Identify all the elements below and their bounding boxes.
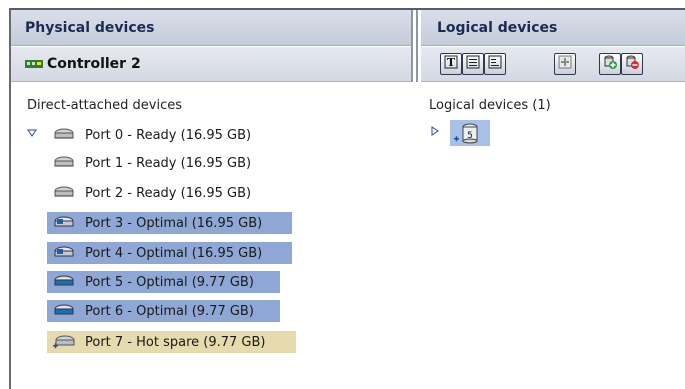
device-label: Port 1 - Ready (16.95 GB) (85, 155, 252, 171)
add-icon (558, 55, 572, 73)
logical-devices-count-label: Logical devices (1) (429, 98, 551, 113)
controller-icon (25, 59, 43, 69)
logical-device-item[interactable]: 5 (450, 120, 490, 146)
array-member-drive-icon (53, 275, 75, 289)
device-label: Port 6 - Optimal (9.77 GB) (85, 303, 254, 319)
device-label: Port 2 - Ready (16.95 GB) (85, 185, 252, 201)
raid-logical-device-icon: 5 (454, 122, 482, 148)
detail-view-button[interactable] (484, 53, 506, 75)
array-member-drive-icon (53, 246, 75, 260)
svg-text:T: T (447, 56, 456, 69)
controller-name: Controller 2 (47, 56, 141, 72)
list-view-icon (466, 55, 480, 73)
device-row-port-0[interactable]: Port 0 - Ready (16.95 GB) (47, 124, 255, 146)
add-button[interactable] (554, 53, 576, 75)
device-row-port-1[interactable]: Port 1 - Ready (16.95 GB) (47, 152, 255, 174)
delete-logical-device-icon (624, 54, 640, 74)
text-view-icon: T (444, 55, 458, 73)
device-label: Port 7 - Hot spare (9.77 GB) (85, 334, 266, 350)
hard-drive-icon (53, 156, 75, 170)
panel-divider-secondary[interactable] (416, 10, 418, 82)
array-member-drive-icon (53, 304, 75, 318)
list-view-button[interactable] (462, 53, 484, 75)
logical-devices-header: Logical devices (421, 10, 685, 46)
expand-toggle-icon[interactable] (430, 126, 440, 136)
physical-devices-title: Physical devices (25, 19, 155, 36)
delete-logical-device-button[interactable] (621, 53, 643, 75)
logical-toolbar: T (421, 47, 685, 82)
panel-divider[interactable] (411, 10, 413, 82)
raid-level-badge: 5 (467, 131, 473, 141)
create-logical-device-button[interactable] (599, 53, 621, 75)
array-member-drive-icon (53, 216, 75, 230)
device-row-port-4[interactable]: Port 4 - Optimal (16.95 GB) (47, 242, 292, 264)
device-label: Port 0 - Ready (16.95 GB) (85, 127, 252, 143)
hard-drive-icon (53, 186, 75, 200)
hard-drive-icon (53, 128, 75, 142)
logical-devices-title: Logical devices (437, 19, 558, 36)
text-view-button[interactable]: T (440, 53, 462, 75)
device-row-port-2[interactable]: Port 2 - Ready (16.95 GB) (47, 182, 255, 204)
device-row-port-7[interactable]: Port 7 - Hot spare (9.77 GB) (47, 331, 296, 353)
device-label: Port 5 - Optimal (9.77 GB) (85, 274, 254, 290)
device-label: Port 4 - Optimal (16.95 GB) (85, 245, 263, 261)
device-label: Port 3 - Optimal (16.95 GB) (85, 215, 263, 231)
hot-spare-drive-icon (53, 335, 75, 349)
physical-devices-header: Physical devices (11, 10, 411, 46)
collapse-toggle-icon[interactable] (27, 128, 37, 138)
device-row-port-6[interactable]: Port 6 - Optimal (9.77 GB) (47, 300, 280, 322)
create-logical-device-icon (602, 54, 618, 74)
controller-bar: Controller 2 (11, 47, 411, 82)
detail-view-icon (488, 55, 502, 73)
device-row-port-3[interactable]: Port 3 - Optimal (16.95 GB) (47, 212, 292, 234)
direct-attached-label: Direct-attached devices (27, 98, 182, 113)
device-row-port-5[interactable]: Port 5 - Optimal (9.77 GB) (47, 271, 280, 293)
